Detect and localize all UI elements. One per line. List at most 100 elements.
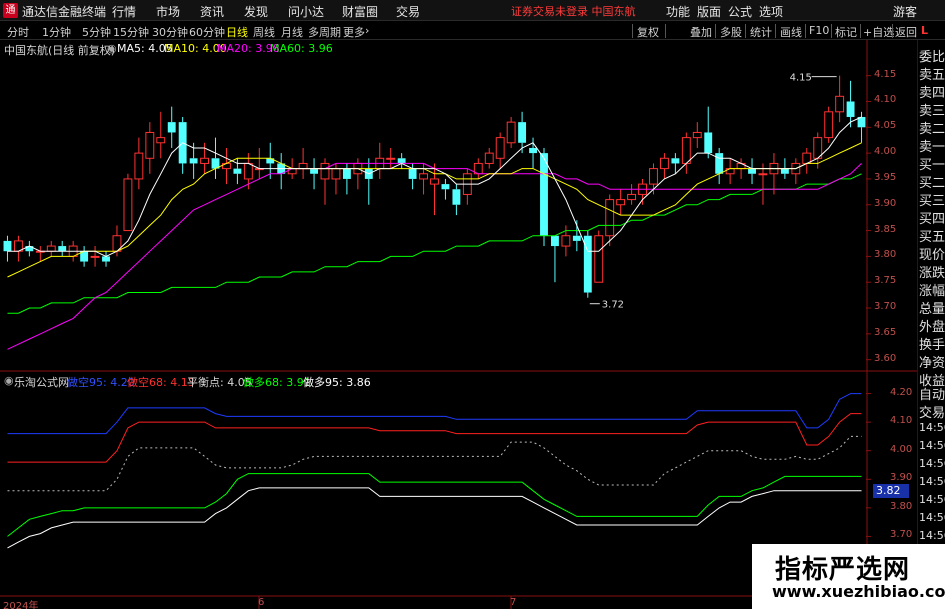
trade-time: 14:56	[919, 457, 945, 470]
candle-body-down	[233, 168, 242, 174]
more-chevron-icon[interactable]: ›	[365, 24, 369, 37]
candle-body-down	[310, 168, 318, 174]
btn-diejia[interactable]: 叠加	[690, 24, 712, 40]
balance-line	[7, 435, 862, 492]
ma60-value: MA60: 3.96	[270, 42, 333, 55]
candle-body-down	[704, 132, 713, 154]
btn-duogu[interactable]: 多股	[720, 24, 742, 40]
candle-body-up	[605, 199, 615, 237]
period-30min[interactable]: 30分钟	[152, 24, 188, 40]
menu-zixun[interactable]: 资讯	[200, 3, 224, 20]
btn-f10[interactable]: F10	[809, 24, 829, 37]
indicator-axis-label: 4.20	[890, 386, 913, 398]
quote-item-label[interactable]: 自动	[919, 384, 945, 403]
candle-body-down	[266, 158, 275, 164]
candle-body-up	[616, 199, 626, 206]
candle-body-down	[364, 168, 373, 179]
quote-item-label: 买一	[919, 158, 945, 173]
btn-biaoji[interactable]: 标记	[835, 24, 857, 40]
candle-body-down	[551, 235, 559, 247]
candle-body-up	[594, 235, 604, 283]
btn-add-watchlist[interactable]: +自选	[863, 24, 894, 40]
trade-time: 14:56	[919, 475, 945, 488]
menu-caifuquan[interactable]: 财富圈	[342, 3, 378, 20]
trade-time: 14:56	[919, 511, 945, 524]
date-label-year: 2024年	[3, 601, 39, 609]
toolbar-divider	[715, 24, 716, 38]
btn-huaxian[interactable]: 画线	[780, 24, 802, 40]
candle-body-up	[287, 168, 297, 175]
price-axis-label: 3.80	[874, 249, 897, 261]
menu-banmian[interactable]: 版面	[697, 3, 721, 20]
period-monthly[interactable]: 月线	[281, 24, 303, 40]
menu-xuanxiang[interactable]: 选项	[759, 3, 783, 20]
candle-body-up	[736, 162, 746, 170]
long95-value: 做多95: 3.86	[303, 376, 371, 389]
btn-fuquan[interactable]: 复权	[637, 24, 659, 40]
period-more[interactable]: 更多	[343, 24, 365, 40]
indicator-axis-label: 3.90	[890, 472, 913, 484]
toolbar-divider	[831, 24, 832, 38]
menu-faxian[interactable]: 发现	[244, 3, 268, 20]
btn-back[interactable]: 返回	[895, 24, 917, 40]
candle-body-up	[430, 178, 439, 185]
quote-item-label: 买三	[919, 194, 945, 209]
menu-hangqing[interactable]: 行情	[112, 3, 136, 20]
candle-body-up	[35, 250, 45, 253]
candle-body-up	[627, 193, 637, 201]
quote-item-label: 外盘	[919, 320, 945, 335]
period-daily[interactable]: 日线	[226, 24, 248, 40]
quote-item-label[interactable]: 交易	[919, 402, 945, 421]
guest-login[interactable]: 游客	[893, 3, 917, 20]
quote-item-label: 买二	[919, 176, 945, 191]
ma10-line	[7, 142, 862, 278]
menu-gongshi[interactable]: 公式	[728, 3, 752, 20]
candle-body-up	[692, 131, 702, 139]
period-5min[interactable]: 5分钟	[82, 24, 111, 40]
period-weekly[interactable]: 周线	[253, 24, 275, 40]
indicator-axis-label: 4.00	[890, 443, 913, 455]
period-1min[interactable]: 1分钟	[42, 24, 71, 40]
candle-body-up	[222, 162, 231, 170]
stock-title: 中国东航(日线 前复权)	[4, 44, 116, 57]
candle-body-down	[671, 158, 680, 164]
toolbar-divider	[860, 24, 861, 38]
candle-body-up	[386, 157, 396, 160]
period-fenshi[interactable]: 分时	[7, 24, 29, 40]
period-60min[interactable]: 60分钟	[189, 24, 225, 40]
menu-shichang[interactable]: 市场	[156, 3, 180, 20]
indicator-axis-label: 3.80	[890, 500, 913, 512]
price-axis-label: 3.65	[874, 326, 897, 338]
btn-tongji[interactable]: 统计	[750, 24, 772, 40]
candle-body-up	[638, 183, 647, 195]
candle-body-down	[178, 122, 187, 164]
menu-wenxiaoda[interactable]: 问小达	[288, 3, 324, 20]
period-15min[interactable]: 15分钟	[113, 24, 149, 40]
quote-item-label: 卖二	[919, 122, 945, 137]
candle-body-up	[145, 131, 155, 159]
dropdown-circle-icon[interactable]: ◉	[107, 42, 117, 55]
candle-body-down	[846, 101, 855, 117]
kline-chart[interactable]: 4.15 3.72	[0, 0, 917, 609]
login-status: 证券交易未登录 中国东航	[511, 5, 636, 18]
menu-gongneng[interactable]: 功能	[666, 3, 690, 20]
candle-body-down	[452, 189, 461, 205]
trade-time: 14:56	[919, 493, 945, 506]
candle-body-down	[189, 158, 198, 164]
candle-body-down	[58, 246, 67, 252]
indicator-dropdown-icon[interactable]: ◉	[4, 374, 14, 387]
menu-jiaoyi[interactable]: 交易	[396, 3, 420, 20]
candle-body-up	[561, 235, 571, 247]
price-axis-label: 3.95	[874, 171, 897, 183]
price-axis-label: 4.15	[874, 68, 897, 80]
candle-body-up	[506, 121, 516, 144]
candle-body-down	[3, 240, 12, 252]
candle-body-up	[681, 137, 691, 164]
candle-body-up	[200, 157, 210, 164]
candle-body-up	[758, 173, 768, 176]
period-multi[interactable]: 多周期	[308, 24, 341, 40]
candle-body-down	[80, 251, 89, 262]
candle-body-down	[518, 122, 527, 143]
toolbar-divider	[665, 24, 666, 38]
indicator-axis-label: 4.10	[890, 415, 913, 427]
